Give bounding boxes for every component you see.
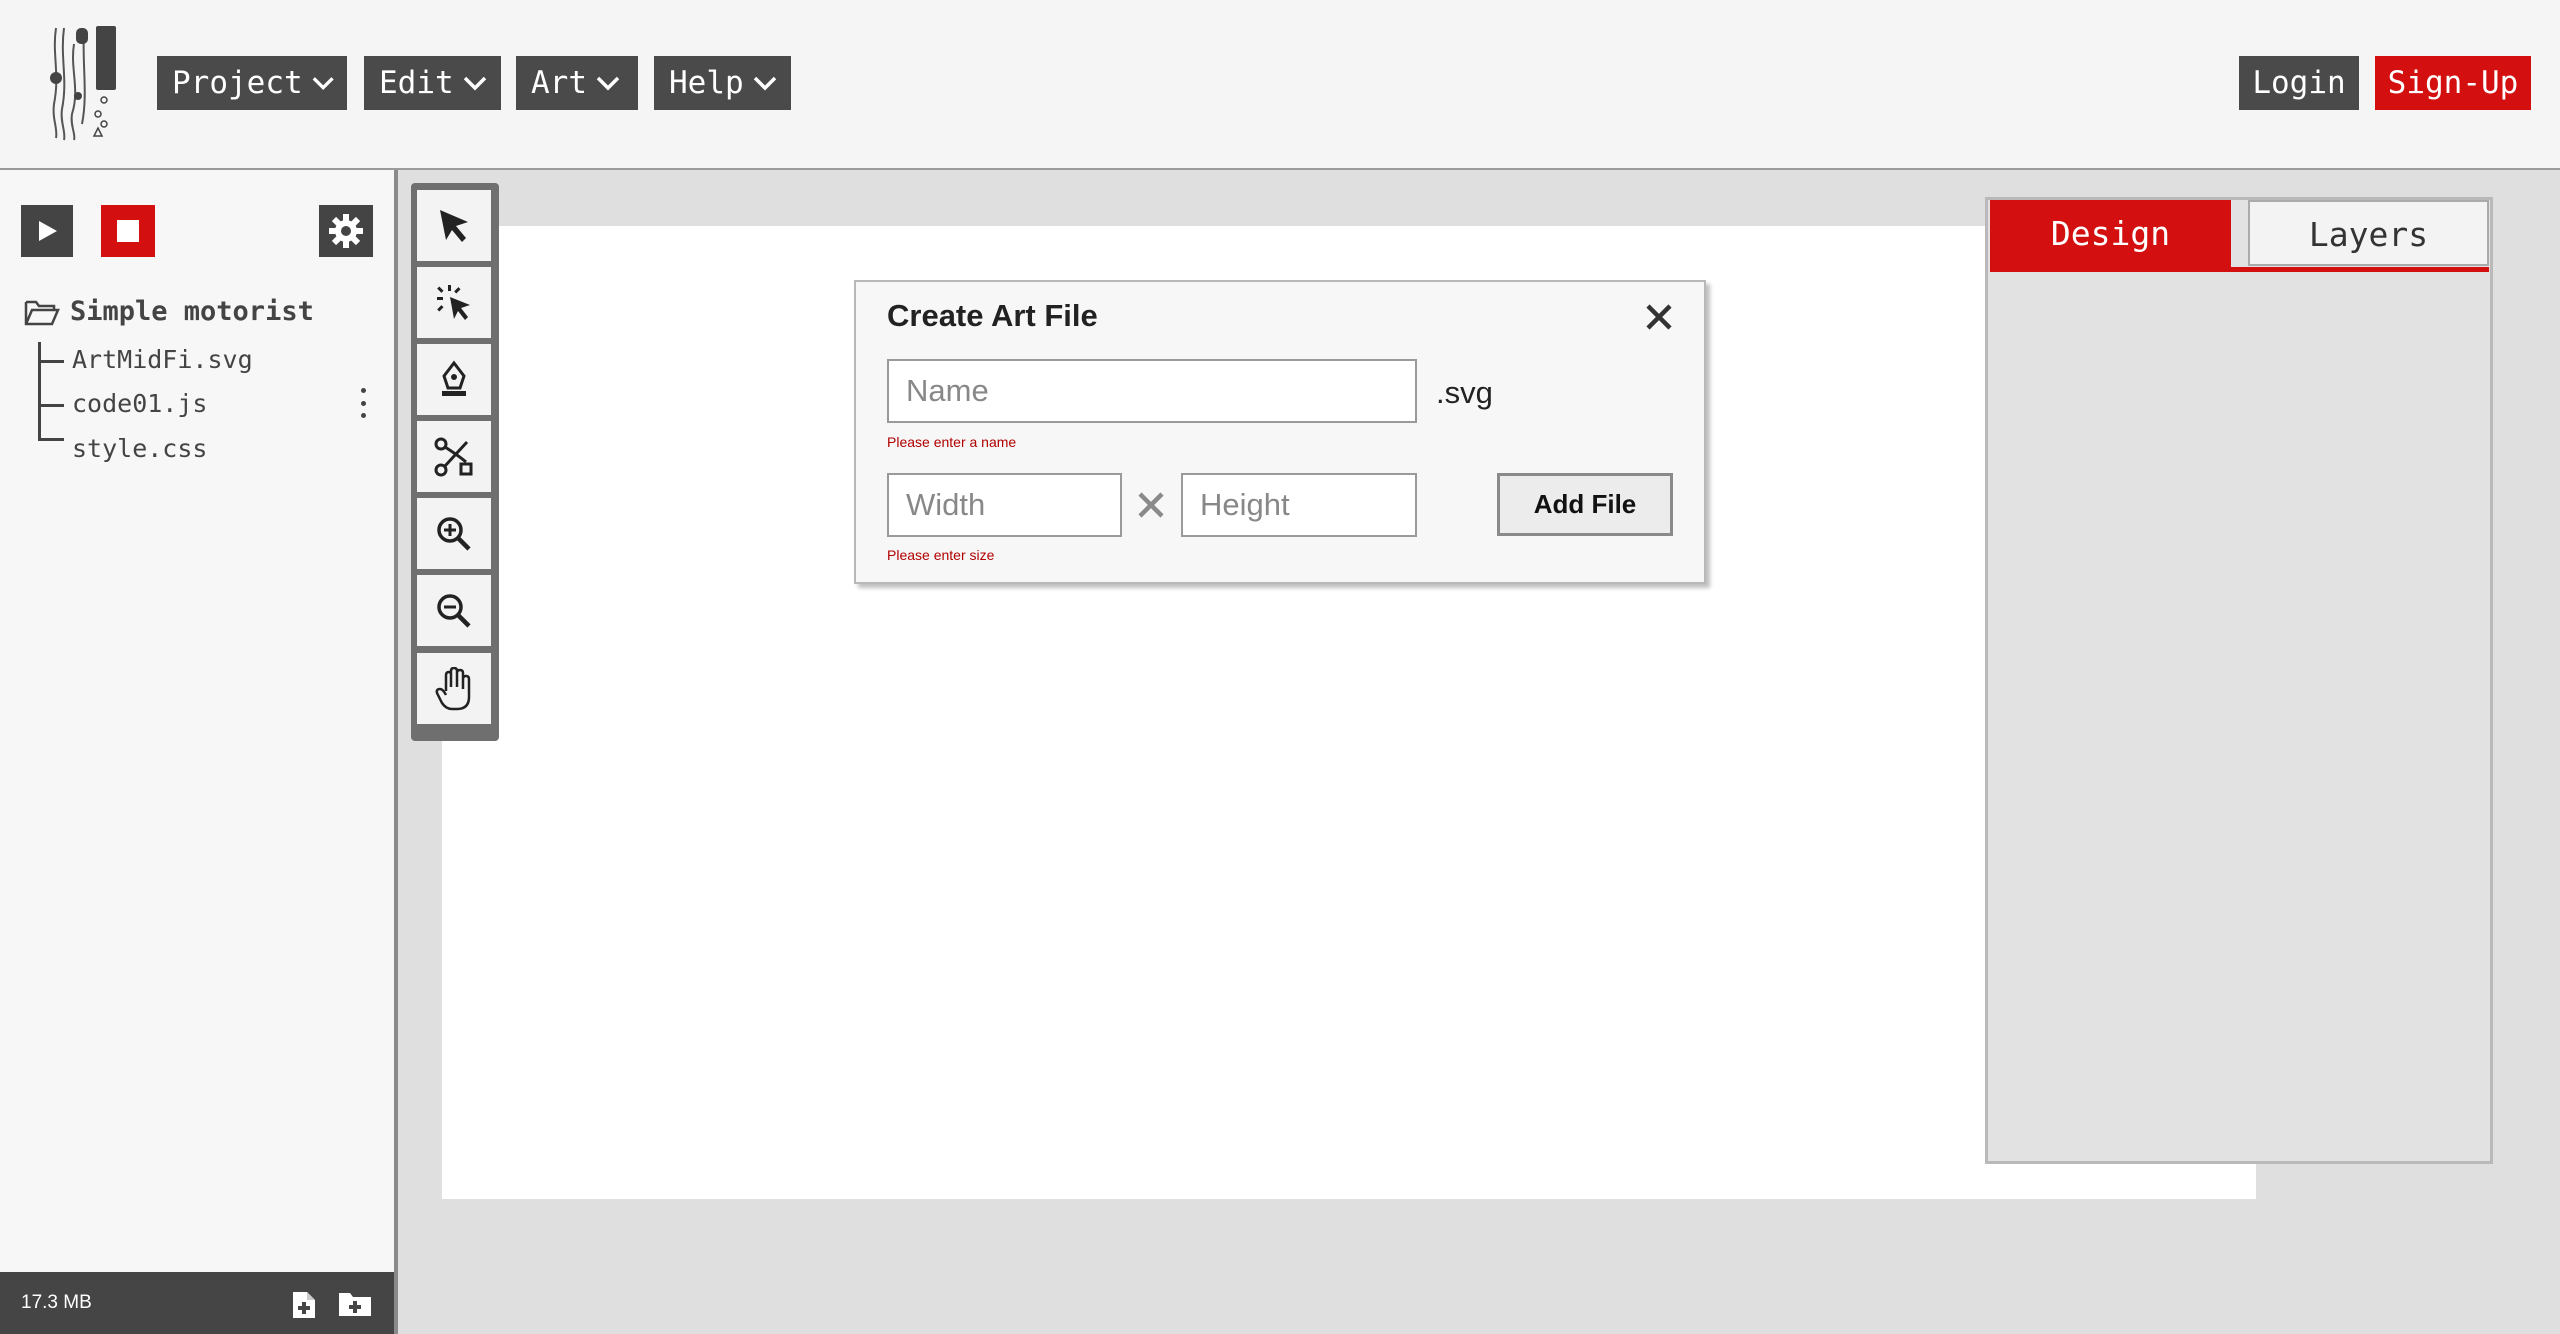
menu-art-label: Art: [531, 65, 587, 101]
chevron-down-icon: [596, 76, 620, 91]
project-name: Simple motorist: [70, 296, 314, 327]
login-button[interactable]: Login: [2239, 56, 2359, 110]
chevron-down-icon: [753, 76, 776, 91]
menu-help[interactable]: Help: [654, 56, 791, 110]
stop-button[interactable]: [101, 205, 155, 257]
chevron-down-icon: [312, 77, 334, 90]
tool-node-edit[interactable]: [417, 421, 491, 492]
properties-panel: [1985, 197, 2493, 1164]
tool-pen[interactable]: [417, 344, 491, 415]
name-error-message: Please enter a name: [887, 434, 1017, 450]
signup-button[interactable]: Sign-Up: [2375, 56, 2531, 110]
tool-zoom-in[interactable]: [417, 498, 491, 569]
tree-branch: [38, 404, 64, 407]
tree-branch: [38, 360, 64, 363]
select-arrow-icon: [440, 209, 468, 242]
new-file-icon[interactable]: [291, 1290, 317, 1320]
times-icon: [1138, 492, 1164, 518]
run-button[interactable]: [21, 205, 73, 257]
tool-zoom-out[interactable]: [417, 575, 491, 646]
close-icon[interactable]: [1644, 302, 1674, 332]
file-item-style[interactable]: style.css: [72, 434, 207, 463]
menu-help-label: Help: [669, 65, 744, 101]
create-art-file-dialog: Create Art File .svg Please enter a name…: [854, 280, 1706, 584]
width-input[interactable]: [887, 473, 1122, 537]
dialog-title: Create Art File: [887, 298, 1098, 333]
height-input[interactable]: [1181, 473, 1417, 537]
menu-art[interactable]: Art: [516, 56, 638, 110]
pan-hand-icon: [435, 666, 471, 710]
file-name-input[interactable]: [887, 359, 1417, 423]
menu-edit[interactable]: Edit: [364, 56, 501, 110]
add-file-button[interactable]: Add File: [1497, 473, 1673, 536]
file-sidebar: Simple motorist ArtMidFi.svg code01.js s…: [0, 170, 398, 1334]
active-tab-indicator: [1990, 267, 2489, 272]
project-folder[interactable]: Simple motorist: [24, 296, 314, 327]
file-item-artmidfi[interactable]: ArtMidFi.svg: [72, 345, 253, 374]
file-options-icon[interactable]: [357, 388, 369, 418]
menu-project[interactable]: Project: [157, 56, 347, 110]
tab-layers[interactable]: Layers: [2248, 200, 2489, 266]
settings-button[interactable]: [319, 205, 373, 257]
lasso-select-icon: [437, 284, 470, 320]
node-edit-icon: [434, 437, 473, 476]
file-item-code01[interactable]: code01.js: [72, 389, 207, 418]
toolbox: [411, 183, 499, 741]
zoom-out-icon: [437, 593, 471, 628]
app-header: Project Edit Art Help Login Sign-Up: [0, 0, 2560, 170]
pen-tool-icon: [442, 360, 466, 396]
tree-line: [38, 342, 41, 440]
tab-design[interactable]: Design: [1990, 200, 2231, 268]
tool-pan[interactable]: [417, 653, 491, 724]
gear-icon: [329, 214, 363, 248]
stop-icon: [117, 220, 139, 242]
new-folder-icon[interactable]: [338, 1290, 372, 1318]
menu-project-label: Project: [172, 65, 303, 101]
folder-open-icon: [24, 300, 60, 325]
tree-branch: [38, 438, 64, 441]
size-error-message: Please enter size: [887, 547, 995, 563]
menu-edit-label: Edit: [379, 65, 454, 101]
sidebar-footer: 17.3 MB: [0, 1272, 394, 1334]
storage-usage: 17.3 MB: [21, 1292, 92, 1313]
chevron-down-icon: [463, 76, 486, 91]
play-icon: [39, 221, 57, 241]
tool-direct-select[interactable]: [417, 267, 491, 338]
app-logo-icon: [50, 26, 116, 141]
zoom-in-icon: [437, 516, 471, 551]
tool-select[interactable]: [417, 190, 491, 261]
file-extension-label: .svg: [1436, 375, 1493, 410]
